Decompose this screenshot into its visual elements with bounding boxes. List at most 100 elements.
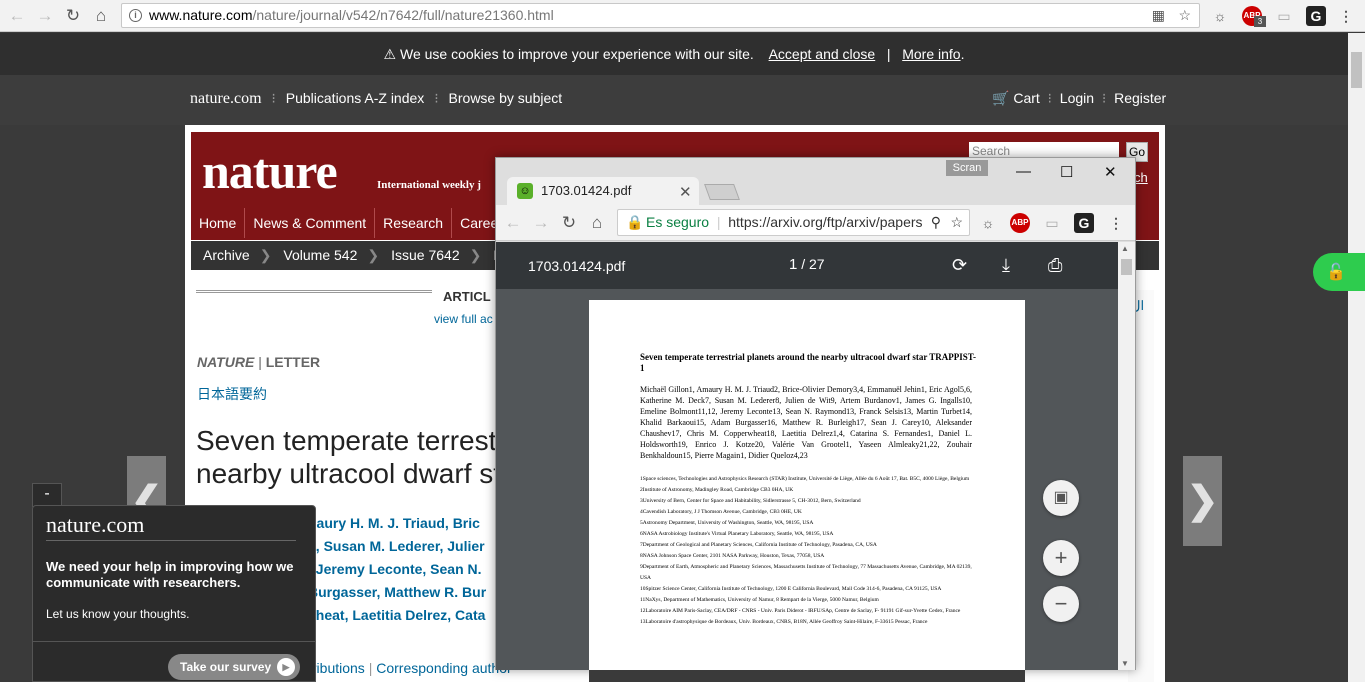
- affiliation: 12Laboratoire AIM Paris-Saclay, CEA/DRF …: [640, 608, 961, 614]
- crumb-volume[interactable]: Volume 542: [271, 241, 367, 270]
- menu-news[interactable]: News & Comment: [245, 208, 376, 238]
- scroll-down-icon[interactable]: ▼: [1121, 659, 1129, 668]
- browse-subject-link[interactable]: Browse by subject: [449, 90, 563, 106]
- menu-research[interactable]: Research: [375, 208, 453, 238]
- author-line[interactable]: , Jeremy Leconte, Sean N.: [308, 558, 486, 581]
- translate-icon[interactable]: ▦: [1152, 4, 1165, 27]
- star-icon[interactable]: ☆: [1178, 4, 1191, 27]
- back-icon[interactable]: ←: [502, 212, 524, 234]
- page-bottom: [589, 670, 1025, 682]
- home-icon[interactable]: ⌂: [90, 5, 112, 27]
- close-tab-icon[interactable]: ✕: [679, 183, 692, 201]
- rotate-icon[interactable]: ⟳: [952, 255, 967, 276]
- page-number-input[interactable]: 1: [789, 256, 797, 273]
- brand-logo[interactable]: nature.com: [190, 90, 262, 108]
- affiliation: 6NASA Astrobiology Institute's Virtual P…: [640, 531, 834, 537]
- accept-cookies-link[interactable]: Accept and close: [769, 46, 876, 62]
- home-icon[interactable]: ⌂: [586, 212, 608, 234]
- pdf-tab[interactable]: 1703.01424.pdf: [507, 177, 699, 205]
- close-window-icon[interactable]: ✕: [1104, 163, 1117, 181]
- fit-page-icon[interactable]: ▣: [1043, 480, 1079, 516]
- japanese-summary-link[interactable]: 日本語要約: [197, 384, 267, 404]
- cast-icon[interactable]: ▭: [1042, 213, 1062, 233]
- pdf-scrollbar[interactable]: ▲ ▼: [1118, 242, 1135, 670]
- star-icon[interactable]: ☆: [950, 210, 963, 235]
- print-icon[interactable]: ⎙: [1048, 255, 1062, 276]
- pdf-scrollbar-thumb[interactable]: [1121, 259, 1132, 275]
- back-icon[interactable]: ←: [6, 5, 28, 27]
- new-tab-button[interactable]: [704, 184, 740, 200]
- register-link[interactable]: Register: [1114, 90, 1166, 106]
- affiliation: 1Space sciences, Technologies and Astrop…: [640, 476, 970, 482]
- survey-button-label: Take our survey: [180, 660, 272, 674]
- info-icon[interactable]: i: [129, 9, 142, 22]
- unlock-widget[interactable]: 🔓: [1313, 253, 1365, 291]
- nature-tagline: International weekly j: [377, 179, 481, 191]
- smiley-favicon-icon: ☺: [517, 183, 533, 199]
- cookie-banner: ⚠ We use cookies to improve your experie…: [0, 33, 1348, 75]
- forward-icon[interactable]: →: [34, 5, 56, 27]
- affiliation: 7Department of Geological and Planetary …: [640, 542, 877, 548]
- survey-subtext: Let us know your thoughts.: [46, 607, 190, 621]
- contributions-link[interactable]: tributions: [308, 660, 365, 676]
- browser-toolbar: ← → ↻ ⌂ i www.nature.com/nature/journal/…: [0, 0, 1365, 32]
- unlock-icon: 🔓: [1326, 264, 1346, 281]
- cart-icon[interactable]: 🛒: [992, 90, 1009, 106]
- corresponding-author-link[interactable]: Corresponding author: [376, 660, 511, 676]
- minimize-icon[interactable]: —: [1016, 163, 1031, 180]
- extension-g-icon[interactable]: G: [1074, 213, 1094, 233]
- extension-g-icon[interactable]: G: [1306, 6, 1326, 26]
- crumb-archive[interactable]: Archive: [191, 241, 260, 270]
- journal-name: NATURE: [197, 354, 255, 370]
- author-line[interactable]: k, Susan M. Lederer, Julier: [308, 535, 486, 558]
- page-scrollbar[interactable]: [1348, 33, 1365, 682]
- play-icon: ▶: [277, 658, 295, 676]
- survey-text: We need your help in improving how we co…: [46, 559, 294, 590]
- adblock-icon[interactable]: ABP: [1010, 213, 1030, 233]
- crumb-issue[interactable]: Issue 7642: [379, 241, 470, 270]
- publications-link[interactable]: Publications A-Z index: [286, 90, 425, 106]
- nature-menu: Home News & Comment Research Careers: [191, 208, 519, 240]
- reload-icon[interactable]: ↻: [558, 212, 580, 234]
- zoom-icon[interactable]: ⚲: [926, 210, 941, 235]
- maximize-icon[interactable]: ☐: [1060, 163, 1073, 181]
- author-line[interactable]: Burgasser, Matthew R. Bur: [308, 581, 486, 604]
- page-separator: /: [801, 256, 806, 272]
- zoom-in-icon[interactable]: +: [1043, 540, 1079, 576]
- forward-icon[interactable]: →: [530, 212, 552, 234]
- survey-collapse-button[interactable]: -: [32, 483, 62, 507]
- download-icon[interactable]: ⤓: [1002, 255, 1010, 276]
- page-total: 27: [809, 256, 825, 272]
- scran-badge: Scran: [946, 160, 988, 176]
- ghostery-icon[interactable]: ☼: [978, 213, 998, 233]
- article-links: tributions | Corresponding author: [308, 660, 512, 676]
- view-full-link[interactable]: view full ac: [434, 312, 493, 326]
- menu-icon[interactable]: ⋮: [1106, 213, 1126, 233]
- affiliation: 5Astronomy Department, University of Was…: [640, 520, 814, 526]
- menu-home[interactable]: Home: [191, 208, 246, 238]
- author-line[interactable]: naury H. M. J. Triaud, Bric: [308, 512, 486, 535]
- next-article-arrow[interactable]: ❯: [1183, 456, 1222, 546]
- page-scrollbar-thumb[interactable]: [1351, 52, 1362, 88]
- menu-icon[interactable]: ⋮: [1336, 6, 1356, 26]
- login-link[interactable]: Login: [1060, 90, 1094, 106]
- survey-divider: [46, 540, 296, 541]
- popup-address-bar[interactable]: 🔒 Es seguro | https://arxiv.org/ftp/arxi…: [617, 209, 970, 236]
- scroll-up-icon[interactable]: ▲: [1121, 244, 1129, 253]
- more-info-link[interactable]: More info: [902, 46, 960, 62]
- advanced-search-link[interactable]: ch: [1134, 170, 1148, 185]
- address-bar[interactable]: i www.nature.com/nature/journal/v542/n76…: [121, 3, 1200, 28]
- reload-icon[interactable]: ↻: [62, 5, 84, 27]
- adblock-count: 3: [1254, 16, 1266, 27]
- links-separator: |: [368, 660, 373, 676]
- zoom-out-icon[interactable]: −: [1043, 586, 1079, 622]
- cast-icon[interactable]: ▭: [1274, 6, 1294, 26]
- take-survey-button[interactable]: Take our survey ▶: [168, 654, 300, 680]
- lock-icon: 🔒: [626, 214, 644, 230]
- paper-affiliations: 1Space sciences, Technologies and Astrop…: [640, 474, 972, 628]
- warning-icon: ⚠: [383, 46, 397, 62]
- author-line[interactable]: vheat, Laetitia Delrez, Cata: [308, 604, 486, 627]
- ghostery-icon[interactable]: ☼: [1210, 6, 1230, 26]
- cart-link[interactable]: Cart: [1013, 90, 1039, 106]
- nature-logo[interactable]: nature: [202, 142, 338, 200]
